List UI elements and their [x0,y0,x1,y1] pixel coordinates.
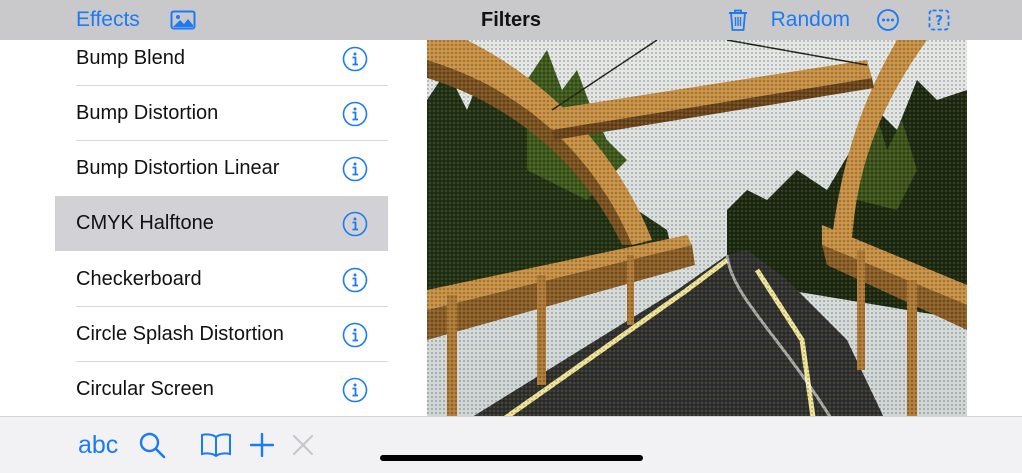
filter-row[interactable]: Bump Distortion Linear [55,141,388,196]
nav-right-group: Random ? [727,0,950,40]
nav-bar: Effects Filters Random ? [0,0,1022,40]
abc-button[interactable]: abc [78,417,118,473]
filter-row[interactable]: Bump Blend [55,40,388,86]
filter-list: Bump Blend Bump Distortion Bump Distortion… [55,40,388,416]
random-button[interactable]: Random [771,8,850,32]
info-icon[interactable] [342,267,368,293]
book-icon[interactable] [200,417,232,473]
filter-row[interactable]: Bump Distortion [55,86,388,141]
filter-preview-image [427,40,967,445]
info-icon[interactable] [342,46,368,72]
bottom-toolbar: abc [0,416,1022,473]
filter-label: Circular Screen [76,378,214,400]
search-icon[interactable] [138,417,166,473]
plus-icon[interactable] [250,417,274,473]
filter-row[interactable]: CMYK Halftone [55,196,388,251]
home-indicator [380,455,643,461]
info-icon[interactable] [342,322,368,348]
question-square-icon[interactable]: ? [928,9,950,31]
info-icon[interactable] [342,211,368,237]
filter-row[interactable]: Checkerboard [55,252,388,307]
svg-text:?: ? [935,14,943,29]
close-icon [292,417,314,473]
filter-label: Checkerboard [76,268,202,290]
filter-label: Circle Splash Distortion [76,323,284,345]
filter-row[interactable]: Circle Splash Distortion [55,307,388,362]
info-icon[interactable] [342,377,368,403]
trash-icon[interactable] [727,8,749,32]
ellipsis-circle-icon[interactable] [876,8,900,32]
filter-label: CMYK Halftone [76,212,214,234]
filter-label: Bump Distortion [76,102,219,124]
filter-row[interactable]: Circular Screen [55,362,388,416]
info-icon[interactable] [342,156,368,182]
info-icon[interactable] [342,101,368,127]
filter-label: Bump Distortion Linear [76,157,280,179]
filter-label: Bump Blend [76,47,185,69]
